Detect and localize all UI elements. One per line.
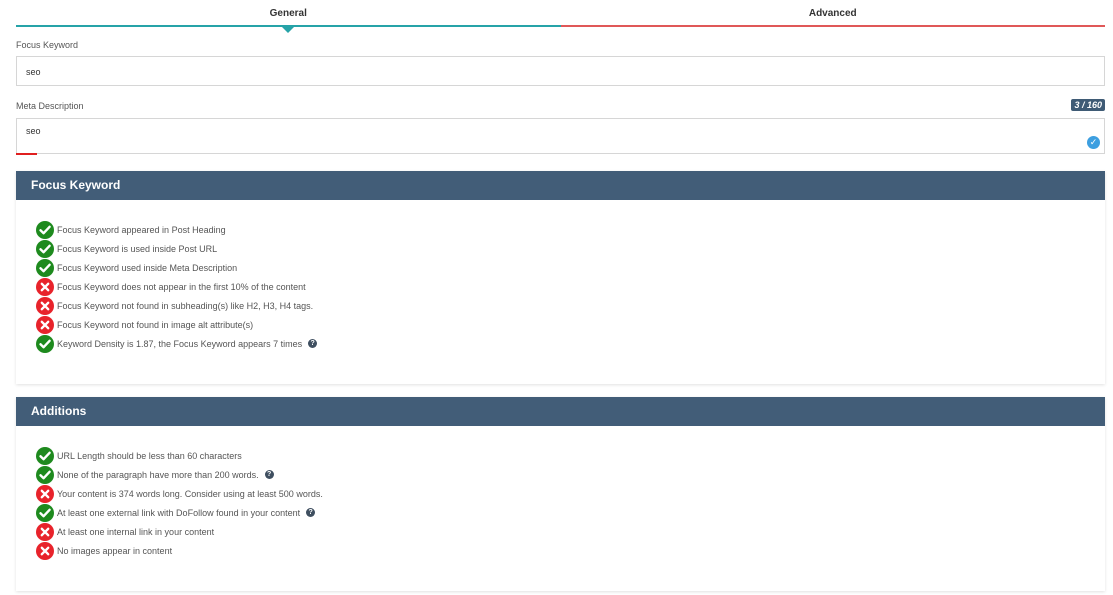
check-item-text: Focus Keyword appeared in Post Heading [57,224,226,235]
check-circle-icon [36,334,54,353]
cross-circle-icon [36,484,54,503]
tab-advanced-label: Advanced [808,8,857,19]
check-item: Focus Keyword is used inside Post URL [36,239,1105,258]
cross-circle-icon [36,541,54,560]
check-circle-icon [36,503,54,522]
check-item-text: No images appear in content [57,545,173,556]
focus-keyword-checklist: Focus Keyword appeared in Post Heading Fo… [16,200,1105,353]
check-item-text: At least one external link with DoFollow… [57,507,301,518]
check-item: URL Length should be less than 60 charac… [36,446,1105,465]
tab-general[interactable]: General [16,0,561,33]
focus-keyword-label: Focus Keyword [16,40,79,50]
check-circle-icon [36,220,54,239]
additions-panel: Additions URL Length should be less than… [16,397,1105,591]
focus-keyword-input[interactable]: seo [16,56,1105,86]
check-item-text: Focus Keyword not found in image alt att… [57,319,254,330]
check-item-text: None of the paragraph have more than 200… [57,469,259,480]
meta-description-label: Meta Description [16,101,84,111]
check-item: Focus Keyword not found in subheading(s)… [36,296,1105,315]
meta-length-bar [16,153,37,155]
check-circle-icon [36,446,54,465]
tab-general-label: General [269,8,307,19]
check-item: Your content is 374 words long. Consider… [36,484,1105,503]
cross-circle-icon [36,315,54,334]
tab-bar: General Advanced [16,0,1105,33]
check-item-text: Focus Keyword used inside Meta Descripti… [57,262,238,273]
check-item: No images appear in content [36,541,1105,560]
check-item: Focus Keyword used inside Meta Descripti… [36,258,1105,277]
focus-keyword-panel: Focus Keyword Focus Keyword appeared in … [16,171,1105,384]
check-item-text: Keyword Density is 1.87, the Focus Keywo… [57,338,303,349]
check-item: Focus Keyword not found in image alt att… [36,315,1105,334]
check-circle-icon [36,258,54,277]
cross-circle-icon [36,522,54,541]
cross-circle-icon [36,296,54,315]
check-item: None of the paragraph have more than 200… [36,465,1105,484]
meta-description-counter: 3 / 160 [1071,99,1105,111]
check-item: Focus Keyword appeared in Post Heading [36,220,1105,239]
check-circle-icon [36,465,54,484]
active-tab-caret-icon [282,27,295,33]
help-icon[interactable]: ? [306,508,316,517]
check-item-text: At least one internal link in your conte… [57,526,215,537]
check-item-text: Your content is 374 words long. Consider… [57,488,323,499]
check-item: Focus Keyword does not appear in the fir… [36,277,1105,296]
additions-checklist: URL Length should be less than 60 charac… [16,426,1105,560]
cross-circle-icon [36,277,54,296]
check-item: At least one internal link in your conte… [36,522,1105,541]
tab-advanced[interactable]: Advanced [560,0,1105,27]
meta-description-textarea[interactable]: seo [16,118,1105,154]
check-circle-icon [36,239,54,258]
check-item-text: Focus Keyword does not appear in the fir… [57,281,306,292]
additions-panel-title: Additions [16,397,1105,426]
help-icon[interactable]: ? [308,339,318,348]
check-item-text: URL Length should be less than 60 charac… [57,450,242,461]
check-item-text: Focus Keyword not found in subheading(s)… [57,300,314,311]
check-item: At least one external link with DoFollow… [36,503,1105,522]
checkmark-badge-icon: ✓ [1087,136,1100,149]
help-icon[interactable]: ? [264,470,274,479]
check-item: Keyword Density is 1.87, the Focus Keywo… [36,334,1105,353]
check-item-text: Focus Keyword is used inside Post URL [57,243,218,254]
focus-keyword-panel-title: Focus Keyword [16,171,1105,200]
